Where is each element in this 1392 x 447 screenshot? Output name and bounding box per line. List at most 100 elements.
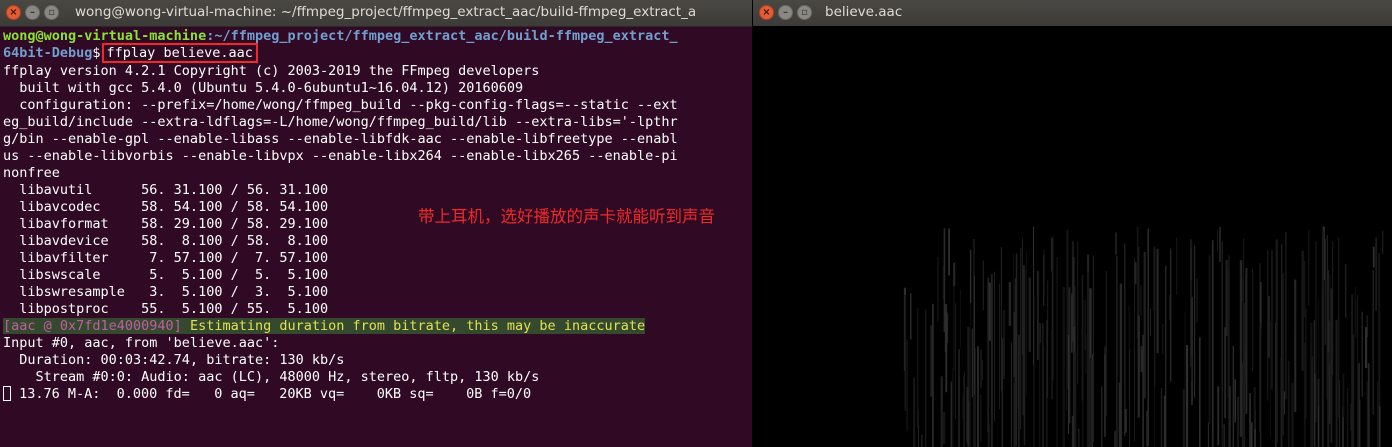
spectrum-streak	[952, 368, 954, 447]
spectrum-streak	[906, 339, 908, 432]
command-highlight: ffplay believe.aac	[101, 43, 258, 63]
lib-version-line: libswresample 3. 5.100 / 3. 5.100	[3, 284, 329, 300]
lib-version-line: libavfilter 7. 57.100 / 7. 57.100	[3, 250, 329, 266]
spectrum-streak	[925, 309, 927, 447]
terminal-output[interactable]: wong@wong-virtual-machine:~/ffmpeg_proje…	[0, 28, 752, 447]
spectrum-streak	[1281, 243, 1283, 447]
spectrum-streak	[1227, 268, 1229, 398]
spectrum-streak	[1124, 408, 1127, 433]
spectrum-streak	[982, 360, 983, 381]
spectrum-streak	[1046, 320, 1048, 447]
spectrum-streak	[1039, 322, 1042, 343]
spectrum-streak	[930, 325, 932, 397]
spectrum-streak	[1207, 422, 1209, 447]
input-info-line: Input #0, aac, from 'believe.aac':	[3, 335, 280, 351]
spectrum-streak	[1327, 351, 1330, 447]
spectrum-streak	[1253, 387, 1256, 429]
spectrum-streak	[1232, 345, 1234, 447]
prompt-path: :~/ffmpeg_project/ffmpeg_extract_aac/bui…	[206, 28, 678, 44]
spectrum-streak	[1219, 227, 1221, 262]
spectrum-streak	[964, 371, 965, 447]
spectrum-streak	[1242, 238, 1244, 376]
spectrum-streak	[1089, 288, 1092, 359]
spectrum-streak	[959, 289, 961, 348]
spectrum-streak	[1221, 241, 1223, 446]
spectrum-streak	[1335, 319, 1338, 447]
spectrum-streak	[948, 228, 950, 276]
spectrum-streak	[1237, 396, 1239, 447]
spectrum-streak	[1295, 288, 1296, 331]
spectrum-streak	[1087, 271, 1090, 447]
spectrum-streak	[1018, 334, 1020, 447]
spectrum-streak	[958, 349, 960, 447]
spectrum-streak	[1176, 237, 1178, 295]
status-line: 13.76 M-A: 0.000 fd= 0 aq= 20KB vq= 0KB …	[3, 386, 531, 403]
spectrum-streak	[1249, 393, 1251, 447]
player-title: believe.aac	[825, 4, 903, 20]
player-titlebar[interactable]: × – ▫ believe.aac	[753, 0, 1392, 26]
spectrum-streak	[1047, 280, 1049, 399]
spectrum-streak	[1324, 238, 1326, 345]
spectrum-streak	[1318, 299, 1320, 406]
cursor-icon	[3, 386, 11, 401]
spectrum-streak	[1361, 311, 1363, 397]
spectrum-streak	[1137, 315, 1140, 418]
spectrum-streak	[1234, 379, 1236, 423]
spectrum-streak	[1028, 277, 1031, 352]
spectrum-streak	[1010, 342, 1012, 447]
spectrum-streak	[979, 395, 982, 442]
spectrum-streak	[1378, 406, 1381, 447]
spectrum-streak	[1303, 260, 1306, 318]
spectrum-streak	[1271, 250, 1273, 389]
spectrum-streak	[1338, 237, 1340, 418]
spectrum-streak	[982, 260, 984, 311]
spectrum-streak	[1043, 254, 1045, 306]
spectrum-streak	[1039, 336, 1041, 447]
spectrum-streak	[1221, 428, 1224, 447]
ffplay-window[interactable]: × – ▫ believe.aac	[753, 0, 1392, 447]
terminal-titlebar[interactable]: × – ▫ wong@wong-virtual-machine: ~/ffmpe…	[0, 0, 752, 27]
spectrum-streak	[1208, 255, 1211, 425]
spectrum-streak	[1078, 428, 1080, 447]
spectrum-streak	[1186, 345, 1189, 447]
spectrum-streak	[1101, 386, 1103, 447]
spectrum-streak	[1001, 338, 1004, 447]
spectrum-streak	[1315, 241, 1317, 423]
spectrum-streak	[1033, 295, 1035, 447]
spectrum-streak	[1114, 430, 1116, 447]
minimize-icon[interactable]: –	[778, 5, 793, 20]
spectrum-streak	[1118, 382, 1122, 447]
spectrum-streak	[1084, 300, 1086, 350]
spectrum-streak	[945, 311, 948, 393]
spectrum-streak	[1147, 228, 1149, 446]
close-icon[interactable]: ×	[6, 5, 21, 20]
spectrum-streak	[1291, 382, 1294, 447]
spectrum-streak	[971, 328, 973, 398]
spectrum-streak	[970, 285, 971, 447]
spectrum-streak	[950, 381, 952, 447]
spectrum-streak	[969, 249, 972, 303]
spectrum-streak	[966, 386, 969, 444]
spectrum-streak	[1287, 360, 1290, 447]
spectrum-streak	[1008, 282, 1012, 326]
minimize-icon[interactable]: –	[25, 5, 40, 20]
spectrum-streak	[1308, 229, 1310, 306]
input-info-line: Duration: 00:03:42.74, bitrate: 130 kb/s	[3, 352, 345, 368]
spectrum-streak	[1074, 351, 1077, 447]
spectrum-streak	[990, 412, 992, 443]
spectrum-streak	[913, 377, 916, 447]
spectrum-streak	[1275, 239, 1278, 444]
terminal-window[interactable]: × – ▫ wong@wong-virtual-machine: ~/ffmpe…	[0, 0, 752, 447]
spectrum-streak	[1081, 274, 1084, 401]
prompt-path-cont: 64bit-Debug	[3, 45, 93, 61]
spectrum-streak	[1022, 265, 1025, 416]
maximize-icon[interactable]: ▫	[44, 5, 59, 20]
output-line: nonfree	[3, 165, 60, 181]
maximize-icon[interactable]: ▫	[797, 5, 812, 20]
spectrum-streak	[1128, 306, 1130, 400]
spectrum-streak	[1190, 247, 1192, 367]
spectrum-streak	[1182, 389, 1185, 447]
close-icon[interactable]: ×	[759, 5, 774, 20]
spectrum-streak	[1382, 231, 1384, 254]
spectrum-streak	[1013, 383, 1016, 447]
